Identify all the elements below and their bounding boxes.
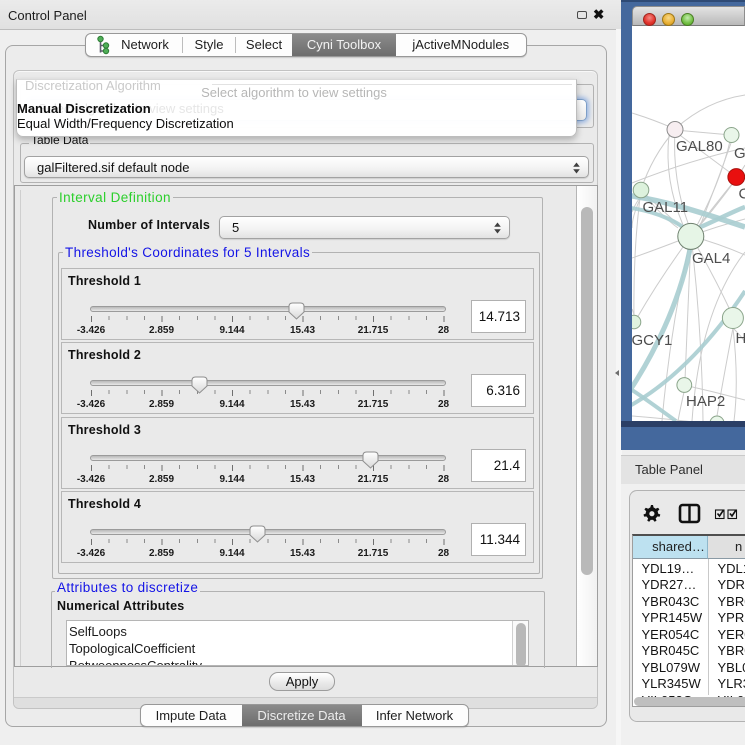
svg-text:GA: GA (734, 145, 745, 162)
svg-text:GAL11: GAL11 (643, 199, 689, 216)
svg-text:GAL80: GAL80 (676, 138, 723, 155)
svg-text:GCY1: GCY1 (632, 332, 672, 349)
svg-text:HAP2: HAP2 (686, 393, 725, 410)
svg-text:C: C (739, 186, 745, 203)
svg-text:H: H (736, 330, 745, 347)
svg-text:GAL4: GAL4 (692, 250, 730, 267)
